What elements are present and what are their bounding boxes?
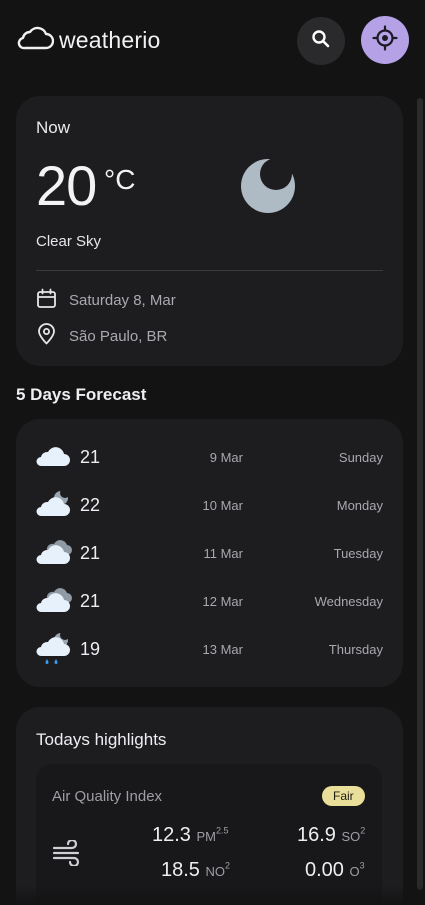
highlights-card: Todays highlights Air Quality Index Fair…	[16, 707, 403, 905]
forecast-row: 21 9 Mar Sunday	[16, 437, 403, 477]
highlights-title: Todays highlights	[36, 730, 167, 749]
bottom-fade	[0, 885, 425, 905]
overcast-icon	[34, 583, 72, 622]
current-date-row: Saturday 8, Mar	[36, 288, 176, 313]
air-quality-card: Air Quality Index Fair 12.3 PM2.5 16.9 S…	[36, 764, 382, 905]
aqi-pm25: 12.3 PM2.5	[152, 824, 229, 847]
current-condition: Clear Sky	[36, 233, 102, 250]
forecast-day: Tuesday	[333, 546, 383, 561]
aqi-pm25-sub: 2.5	[216, 825, 229, 836]
forecast-temp: 19	[80, 639, 101, 659]
forecast-day: Monday	[336, 498, 383, 513]
aqi-title: Air Quality Index	[52, 788, 163, 805]
current-location: São Paulo, BR	[69, 327, 168, 345]
aqi-o3-sub: 3	[359, 860, 365, 871]
forecast-date: 13 Mar	[202, 642, 243, 657]
aqi-pm25-value: 12.3	[152, 824, 191, 846]
forecast-date: 9 Mar	[209, 450, 243, 465]
cloud-icon	[34, 439, 72, 478]
moon-icon	[238, 156, 298, 221]
aqi-so2-value: 16.9	[297, 824, 336, 846]
aqi-so2-label: SO	[341, 829, 361, 844]
forecast-temp: 21	[80, 591, 101, 611]
overcast-icon	[34, 535, 72, 574]
forecast-day: Wednesday	[314, 594, 383, 609]
location-pin-icon	[36, 323, 57, 349]
temperature-unit: °C	[104, 164, 136, 195]
calendar-icon	[36, 288, 57, 313]
app-header: weatherio	[0, 0, 425, 84]
forecast-date: 12 Mar	[202, 594, 243, 609]
forecast-row: 21 11 Mar Tuesday	[16, 533, 403, 573]
cloud-moon-icon	[34, 487, 72, 526]
current-location-row: São Paulo, BR	[36, 323, 167, 349]
divider	[36, 270, 383, 271]
aqi-status-badge: Fair	[322, 786, 365, 806]
forecast-title: 5 Days Forecast	[16, 385, 147, 404]
app-name: weatherio	[59, 27, 161, 53]
aqi-no2-sub: 2	[225, 860, 231, 871]
current-title: Now	[36, 118, 71, 137]
search-icon	[311, 29, 331, 54]
forecast-temp: 21	[80, 447, 101, 467]
aqi-so2-sub: 2	[360, 825, 366, 836]
current-weather-card: Now 20 °C Clear Sky Saturday 8, Mar São …	[16, 96, 403, 366]
current-date: Saturday 8, Mar	[69, 292, 176, 309]
forecast-temp: 21	[80, 543, 101, 563]
forecast-temp: 22	[80, 495, 101, 515]
forecast-date: 10 Mar	[202, 498, 243, 513]
current-temperature: 20	[36, 154, 97, 217]
forecast-date: 11 Mar	[203, 546, 244, 561]
cloud-icon	[16, 26, 55, 55]
aqi-o3: 0.00 O3	[305, 859, 365, 882]
aqi-no2: 18.5 NO2	[161, 859, 230, 882]
current-location-icon	[372, 24, 398, 56]
aqi-pm25-label: PM	[196, 829, 217, 844]
forecast-row: 22 10 Mar Monday	[16, 485, 403, 525]
scrollbar[interactable]	[417, 98, 423, 890]
aqi-no2-label: NO	[205, 864, 226, 879]
forecast-day: Sunday	[338, 450, 383, 465]
app-logo[interactable]: weatherio	[16, 26, 161, 55]
aqi-o3-value: 0.00	[305, 859, 344, 881]
forecast-row: 21 12 Mar Wednesday	[16, 581, 403, 621]
aqi-so2: 16.9 SO2	[297, 824, 365, 847]
forecast-day: Thursday	[328, 642, 383, 657]
forecast-row: 19 13 Mar Thursday	[16, 629, 403, 669]
rain-moon-icon	[34, 631, 72, 674]
search-button[interactable]	[297, 17, 345, 65]
wind-icon	[52, 838, 84, 871]
aqi-no2-value: 18.5	[161, 859, 200, 881]
current-location-button[interactable]	[361, 16, 409, 64]
forecast-card: 21 9 Mar Sunday 22 10 Mar Monday 21 11 M…	[16, 419, 403, 687]
aqi-o3-label: O	[349, 864, 360, 879]
